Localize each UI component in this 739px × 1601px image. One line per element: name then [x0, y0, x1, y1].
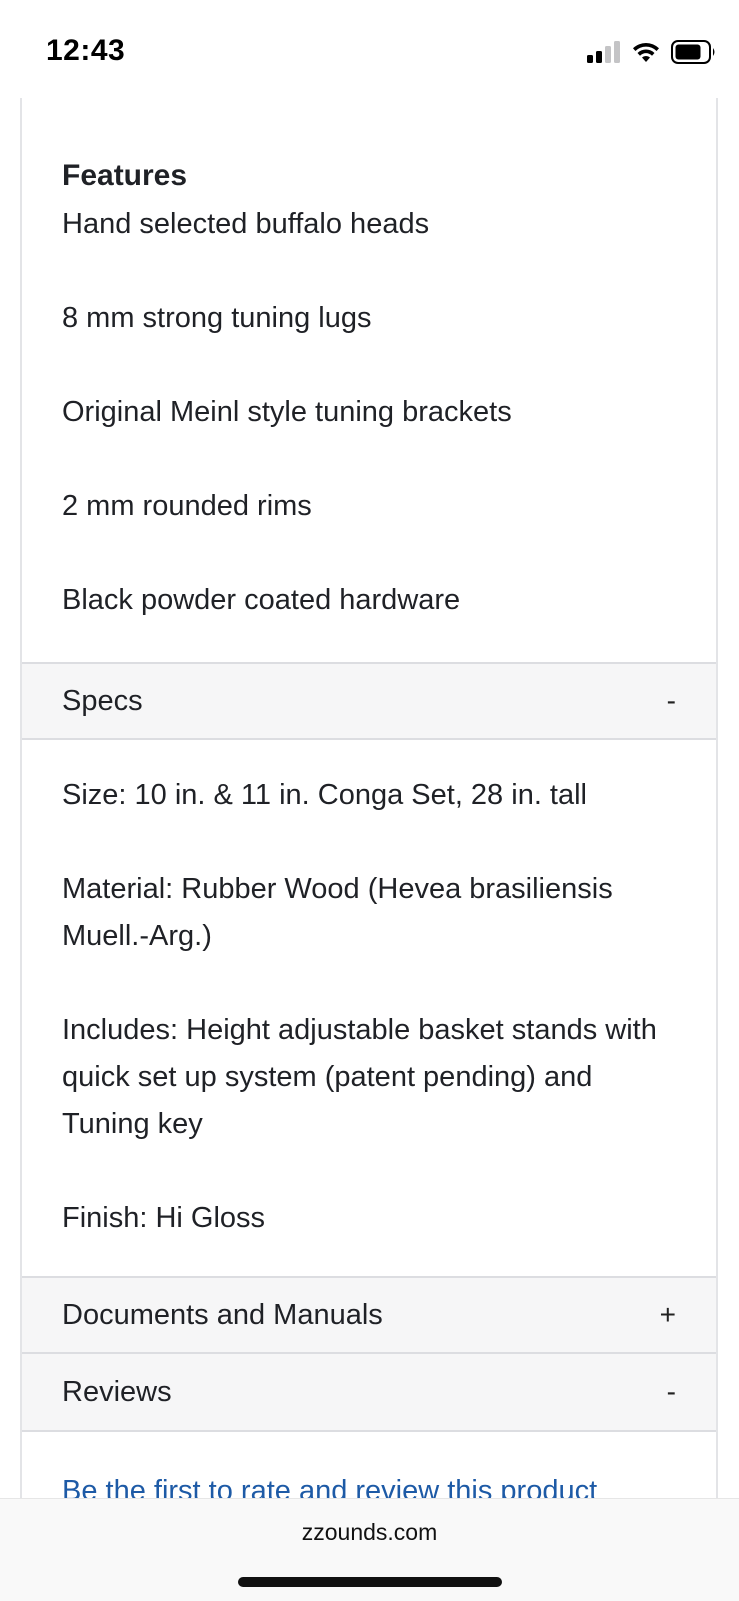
- status-icons: [587, 40, 717, 64]
- write-review-link[interactable]: Be the first to rate and review this pro…: [62, 1475, 597, 1498]
- spec-item: Size: 10 in. & 11 in. Conga Set, 28 in. …: [62, 779, 588, 811]
- feature-item: 8 mm strong tuning lugs: [62, 302, 372, 334]
- reviews-section: Be the first to rate and review this pro…: [22, 1432, 716, 1498]
- feature-item: Hand selected buffalo heads: [62, 208, 430, 240]
- status-time: 12:43: [46, 34, 126, 67]
- reviews-accordion-header[interactable]: Reviews -: [22, 1354, 716, 1432]
- status-bar: 12:43: [0, 0, 739, 100]
- url-display[interactable]: zzounds.com: [0, 1519, 739, 1546]
- specs-accordion-header[interactable]: Specs -: [22, 662, 716, 740]
- spec-item: Includes: Height adjustable basket stand…: [62, 1014, 657, 1140]
- specs-section: Size: 10 in. & 11 in. Conga Set, 28 in. …: [22, 740, 716, 1276]
- collapse-icon[interactable]: -: [667, 1376, 676, 1408]
- specs-label: Specs: [62, 684, 143, 717]
- wifi-icon: [633, 42, 659, 62]
- features-section: Features Hand selected buffalo heads 8 m…: [22, 98, 716, 662]
- spec-item: Finish: Hi Gloss: [62, 1202, 266, 1234]
- cellular-signal-icon: [587, 41, 620, 63]
- documents-accordion-header[interactable]: Documents and Manuals +: [22, 1276, 716, 1354]
- spec-item: Material: Rubber Wood (Hevea brasiliensi…: [62, 873, 613, 952]
- battery-icon: [671, 40, 715, 64]
- browser-bottom-bar: zzounds.com: [0, 1498, 739, 1601]
- feature-item: Black powder coated hardware: [62, 584, 461, 616]
- reviews-label: Reviews: [62, 1375, 172, 1408]
- product-details-card: Features Hand selected buffalo heads 8 m…: [20, 98, 718, 1498]
- feature-item: 2 mm rounded rims: [62, 490, 312, 522]
- features-title: Features: [62, 159, 188, 192]
- expand-icon[interactable]: +: [660, 1299, 676, 1331]
- home-indicator[interactable]: [238, 1577, 502, 1587]
- documents-label: Documents and Manuals: [62, 1298, 383, 1331]
- collapse-icon[interactable]: -: [667, 685, 676, 717]
- feature-item: Original Meinl style tuning brackets: [62, 396, 512, 428]
